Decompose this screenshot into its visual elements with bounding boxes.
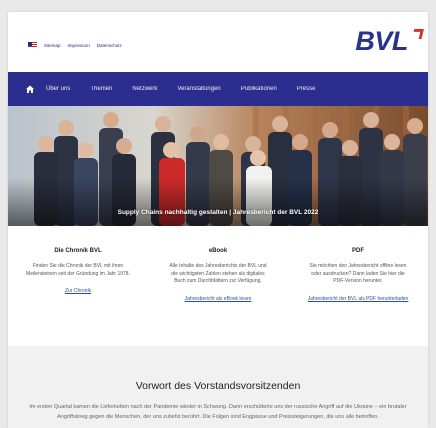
pdf-download-link[interactable]: Jahresbericht der BVL als PDF herunterla… <box>308 296 409 302</box>
foreword-text: Im ersten Quartal kamen die Lieferketten… <box>29 404 407 420</box>
hero-caption: Supply Chains nachhaltig gestalten | Jah… <box>117 209 319 216</box>
card-ebook: eBook Alle Inhalte des Jahresberichts de… <box>148 226 288 342</box>
teaser-cards: Die Chronik BVL Finden Sie die Chronik d… <box>8 226 428 342</box>
card-text: Sie möchten den Jahresbericht offline le… <box>309 263 407 284</box>
card-title: eBook <box>208 248 228 254</box>
nav-item-publikationen[interactable]: Publikationen <box>241 86 277 92</box>
meta-link-impressum[interactable]: Impressum <box>68 43 90 48</box>
main-nav: Über uns Themen Netzwerk Veranstaltungen… <box>8 72 428 106</box>
bvl-logo[interactable]: BVL⌝ <box>355 26 420 57</box>
foreword-section: Vorwort des Vorstandsvorsitzenden Im ers… <box>8 346 428 428</box>
chronik-link[interactable]: Zur Chronik <box>65 288 91 294</box>
card-chronik: Die Chronik BVL Finden Sie die Chronik d… <box>8 226 148 342</box>
card-title: PDF <box>352 248 364 254</box>
card-text: Finden Sie die Chronik der BVL mit ihren… <box>26 263 130 277</box>
page: Sitemap Impressum Datenschutz BVL⌝ Über … <box>8 12 428 428</box>
meta-link-datenschutz[interactable]: Datenschutz <box>97 43 122 48</box>
card-title: Die Chronik BVL <box>54 248 102 254</box>
nav-item-ueber-uns[interactable]: Über uns <box>46 86 70 92</box>
nav-item-netzwerk[interactable]: Netzwerk <box>132 86 157 92</box>
nav-item-themen[interactable]: Themen <box>90 86 112 92</box>
meta-links: Sitemap Impressum Datenschutz <box>28 42 122 48</box>
top-bar: Sitemap Impressum Datenschutz BVL⌝ <box>8 12 428 72</box>
ebook-link[interactable]: Jahresbericht als eBook lesen <box>185 296 252 302</box>
home-icon[interactable] <box>24 83 36 95</box>
group-photo <box>8 106 428 226</box>
meta-link-sitemap[interactable]: Sitemap <box>44 43 61 48</box>
card-pdf: PDF Sie möchten den Jahresbericht offlin… <box>288 226 428 342</box>
nav-item-presse[interactable]: Presse <box>297 86 316 92</box>
nav-item-veranstaltungen[interactable]: Veranstaltungen <box>177 86 220 92</box>
flag-icon[interactable] <box>28 42 37 48</box>
card-text: Alle Inhalte des Jahresberichts der BVL … <box>169 263 267 284</box>
hero-banner: Supply Chains nachhaltig gestalten | Jah… <box>8 106 428 226</box>
foreword-title: Vorwort des Vorstandsvorsitzenden <box>135 380 301 392</box>
